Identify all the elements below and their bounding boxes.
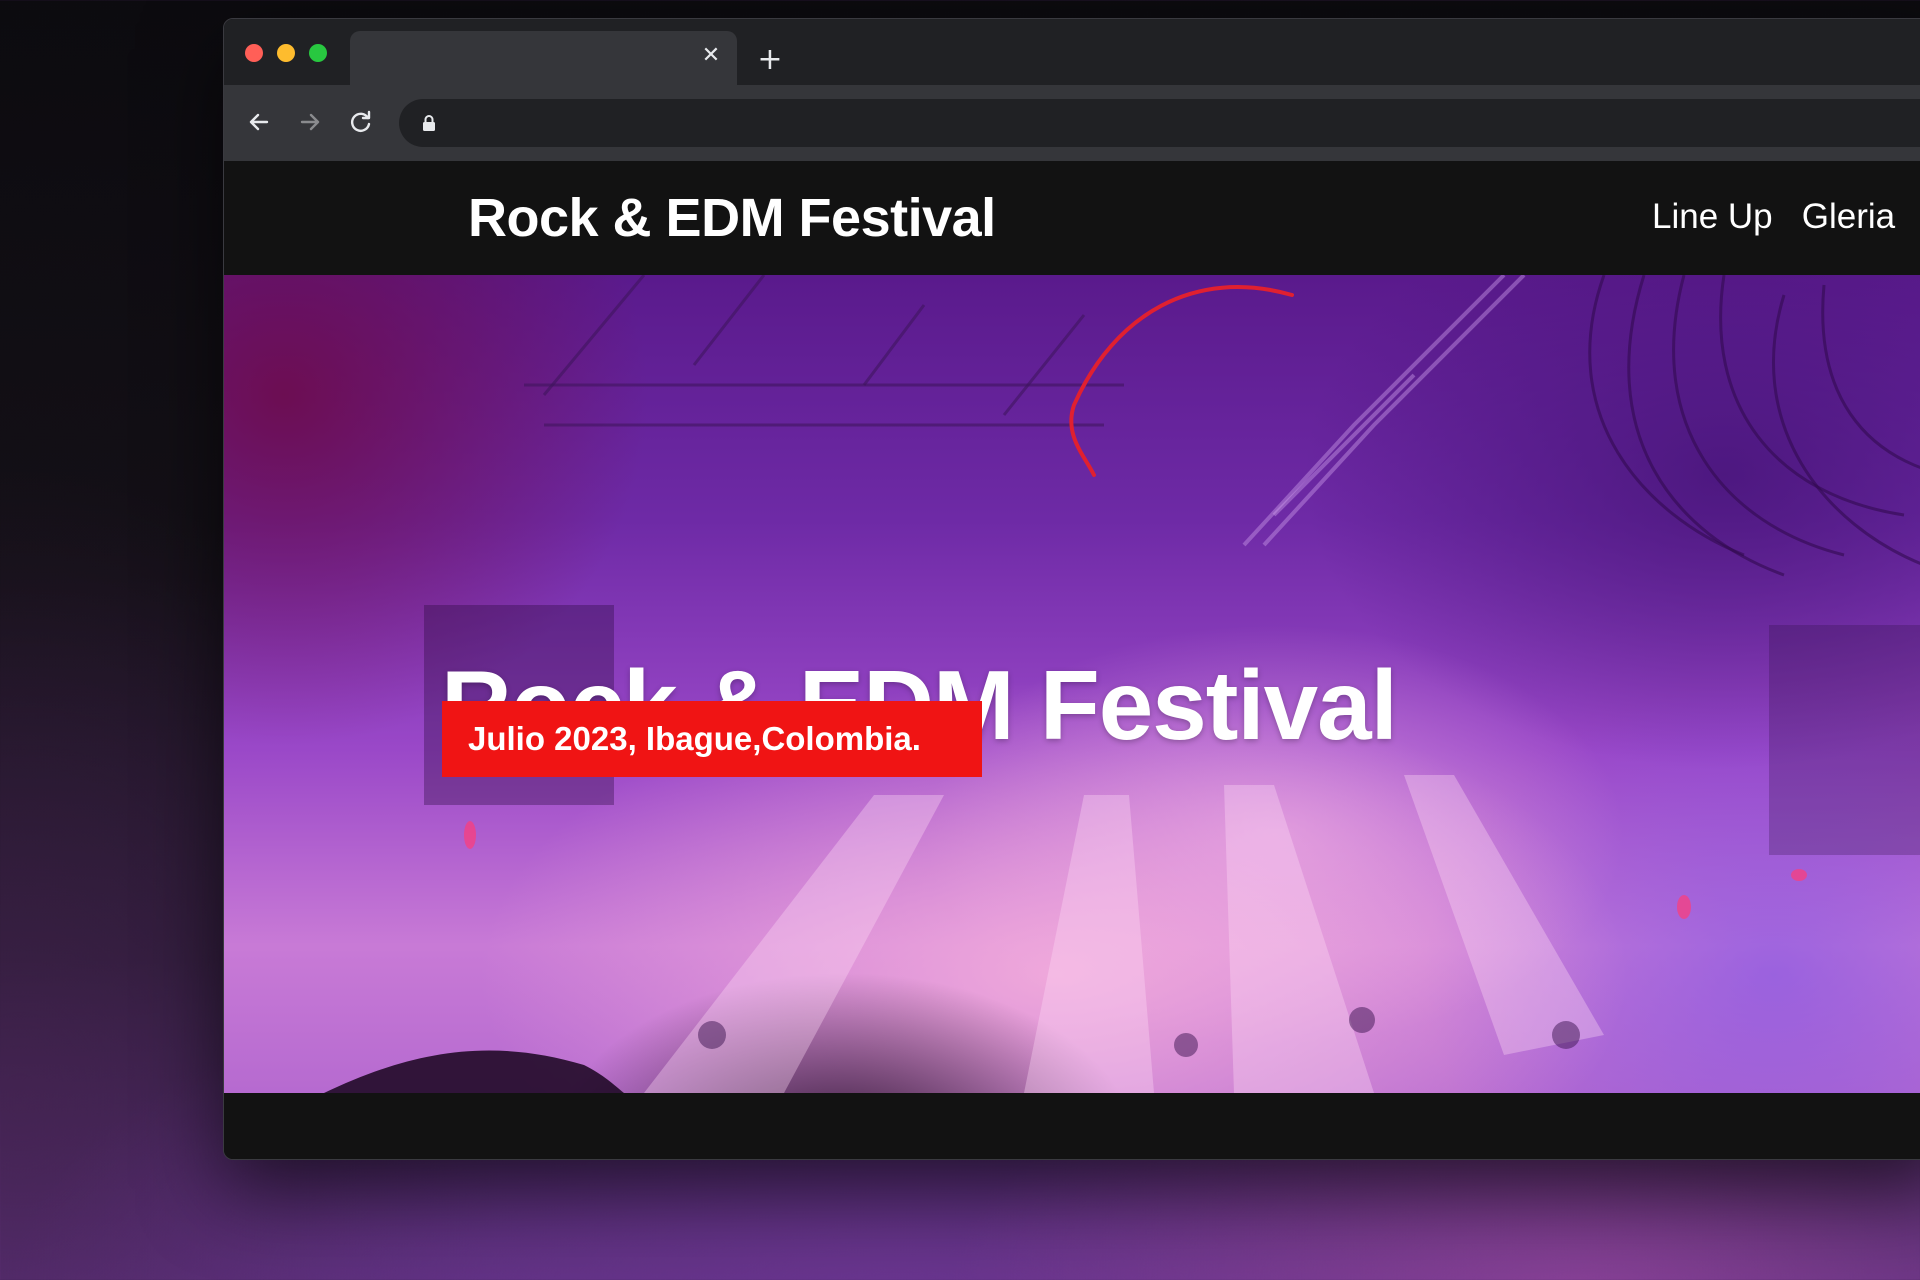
new-tab-button[interactable]: + [757, 45, 783, 75]
site-logo[interactable]: Rock & EDM Festival [468, 185, 996, 251]
browser-tab[interactable]: ✕ [350, 31, 737, 85]
maximize-window-button[interactable] [309, 44, 327, 62]
arrow-left-icon [249, 113, 269, 131]
tab-close-icon[interactable]: ✕ [699, 44, 723, 68]
site-nav: Line Up Gleria [1652, 195, 1919, 239]
arrow-right-icon [300, 113, 320, 131]
page-viewport: Rock & EDM Festival Line Up Gleria Festi… [224, 161, 1920, 1159]
hero-banner: Rock & EDM Festival Julio 2023, Ibague,C… [224, 275, 1920, 1093]
nav-link-line-up[interactable]: Line Up [1652, 197, 1773, 236]
browser-window: ✕ + Rock & EDM Festival Line Up Gleria F… [223, 18, 1920, 1160]
minimize-window-button[interactable] [277, 44, 295, 62]
close-window-button[interactable] [245, 44, 263, 62]
address-bar[interactable] [399, 99, 1920, 147]
forward-button[interactable] [293, 105, 327, 139]
tab-bar: ✕ + [224, 19, 1920, 85]
reload-button[interactable] [344, 105, 378, 139]
lock-icon [423, 115, 435, 131]
back-button[interactable] [242, 105, 276, 139]
site-header: Rock & EDM Festival Line Up Gleria [224, 161, 1920, 275]
event-date-location-badge: Julio 2023, Ibague,Colombia. [442, 701, 982, 777]
nav-link-gleria[interactable]: Gleria [1802, 197, 1895, 236]
reload-icon [351, 110, 371, 132]
browser-toolbar [224, 85, 1920, 161]
